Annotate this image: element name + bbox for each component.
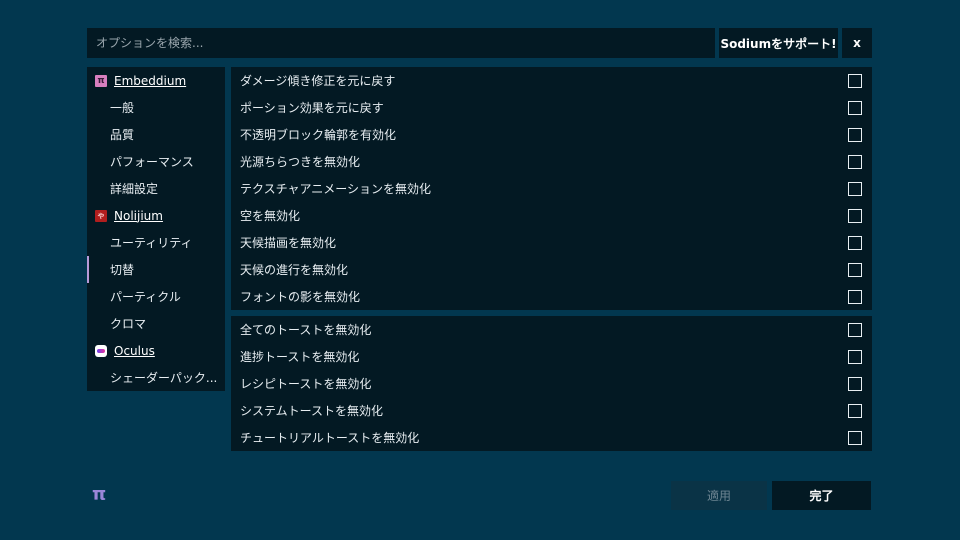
option-label: 光源ちらつきを無効化 — [240, 155, 361, 169]
option-row[interactable]: 天候の進行を無効化 — [231, 256, 872, 283]
option-label: レシピトーストを無効化 — [240, 377, 372, 391]
option-row[interactable]: ポーション効果を元に戻す — [231, 94, 872, 121]
embeddium-logo: π — [92, 484, 107, 505]
option-label: ポーション効果を元に戻す — [240, 101, 384, 115]
sidebar-page-label: シェーダーパック... — [110, 371, 218, 385]
sidebar-page-item[interactable]: シェーダーパック... — [87, 364, 225, 391]
support-sodium-button[interactable]: Sodiumをサポート! — [719, 28, 838, 58]
sidebar-page-label: ユーティリティ — [110, 236, 193, 250]
option-row[interactable]: 全てのトーストを無効化 — [231, 316, 872, 343]
option-checkbox[interactable] — [848, 235, 862, 250]
sidebar-mod-label: Oculus — [114, 343, 155, 358]
sidebar-page-item[interactable]: パフォーマンス — [87, 148, 225, 175]
sidebar-mod-embeddium[interactable]: π Embeddium — [87, 67, 225, 94]
option-checkbox[interactable] — [848, 322, 862, 337]
option-checkbox[interactable] — [848, 154, 862, 169]
option-checkbox[interactable] — [848, 403, 862, 418]
option-checkbox[interactable] — [848, 208, 862, 223]
sidebar-page-item[interactable]: 品質 — [87, 121, 225, 148]
option-row[interactable]: 光源ちらつきを無効化 — [231, 148, 872, 175]
option-label: 不透明ブロック輪郭を有効化 — [240, 128, 397, 142]
option-row[interactable]: チュートリアルトーストを無効化 — [231, 424, 872, 451]
option-checkbox[interactable] — [848, 430, 862, 445]
sidebar-page-item[interactable]: 一般 — [87, 94, 225, 121]
sidebar-page-item[interactable]: パーティクル — [87, 283, 225, 310]
option-group-render: ダメージ傾き修正を元に戻す ポーション効果を元に戻す 不透明ブロック輪郭を有効化 光源… — [231, 67, 872, 310]
nolijium-icon: ゃ — [95, 209, 107, 222]
option-checkbox[interactable] — [848, 376, 862, 391]
option-group-toasts: 全てのトーストを無効化 進捗トーストを無効化 レシピトーストを無効化 システムトースト… — [231, 316, 872, 451]
option-label: 全てのトーストを無効化 — [240, 323, 372, 337]
search-field[interactable] — [87, 28, 715, 58]
sidebar-page-label: 切替 — [110, 263, 135, 277]
option-checkbox[interactable] — [848, 349, 862, 364]
sidebar-page-label: パフォーマンス — [110, 155, 194, 169]
option-checkbox[interactable] — [848, 100, 862, 115]
option-label: 天候描画を無効化 — [240, 236, 337, 250]
sidebar-page-item[interactable]: 詳細設定 — [87, 175, 225, 202]
close-button[interactable]: x — [842, 28, 872, 58]
option-row[interactable]: 不透明ブロック輪郭を有効化 — [231, 121, 872, 148]
option-checkbox[interactable] — [848, 127, 862, 142]
option-label: フォントの影を無効化 — [240, 290, 361, 304]
sidebar-page-item[interactable]: 切替 — [87, 256, 225, 283]
option-row[interactable]: レシピトーストを無効化 — [231, 370, 872, 397]
option-checkbox[interactable] — [848, 289, 862, 304]
option-row[interactable]: テクスチャアニメーションを無効化 — [231, 175, 872, 202]
option-row[interactable]: 進捗トーストを無効化 — [231, 343, 872, 370]
option-row[interactable]: フォントの影を無効化 — [231, 283, 872, 310]
embeddium-icon: π — [95, 74, 107, 87]
option-row[interactable]: システムトーストを無効化 — [231, 397, 872, 424]
option-label: システムトーストを無効化 — [240, 404, 384, 418]
option-label: チュートリアルトーストを無効化 — [240, 431, 420, 445]
option-checkbox[interactable] — [848, 181, 862, 196]
sidebar-page-label: パーティクル — [110, 290, 181, 304]
apply-button[interactable]: 適用 — [671, 481, 767, 510]
option-checkbox[interactable] — [848, 73, 862, 88]
sidebar-page-label: クロマ — [110, 317, 147, 331]
option-label: テクスチャアニメーションを無効化 — [240, 182, 432, 196]
option-label: 空を無効化 — [240, 209, 301, 223]
option-row[interactable]: ダメージ傾き修正を元に戻す — [231, 67, 872, 94]
option-checkbox[interactable] — [848, 262, 862, 277]
sidebar-mod-label: Embeddium — [114, 73, 187, 88]
oculus-icon — [95, 344, 107, 357]
sidebar-mod-label: Nolijium — [114, 208, 163, 223]
sidebar-mod-oculus[interactable]: Oculus — [87, 337, 225, 364]
sidebar-page-item[interactable]: クロマ — [87, 310, 225, 337]
sidebar-page-label: 一般 — [110, 101, 135, 115]
option-row[interactable]: 天候描画を無効化 — [231, 229, 872, 256]
sidebar: π Embeddium 一般品質パフォーマンス 詳細設定ゃ Nolijium ユーティリテ… — [87, 67, 225, 391]
option-label: 天候の進行を無効化 — [240, 263, 349, 277]
option-row[interactable]: 空を無効化 — [231, 202, 872, 229]
sidebar-page-label: 詳細設定 — [110, 182, 159, 196]
option-label: 進捗トーストを無効化 — [240, 350, 360, 364]
sidebar-page-item[interactable]: ユーティリティ — [87, 229, 225, 256]
search-input[interactable] — [96, 36, 715, 50]
option-label: ダメージ傾き修正を元に戻す — [240, 74, 396, 88]
done-button[interactable]: 完了 — [772, 481, 871, 510]
sidebar-mod-nolijium[interactable]: ゃ Nolijium — [87, 202, 225, 229]
sidebar-page-label: 品質 — [110, 128, 135, 142]
